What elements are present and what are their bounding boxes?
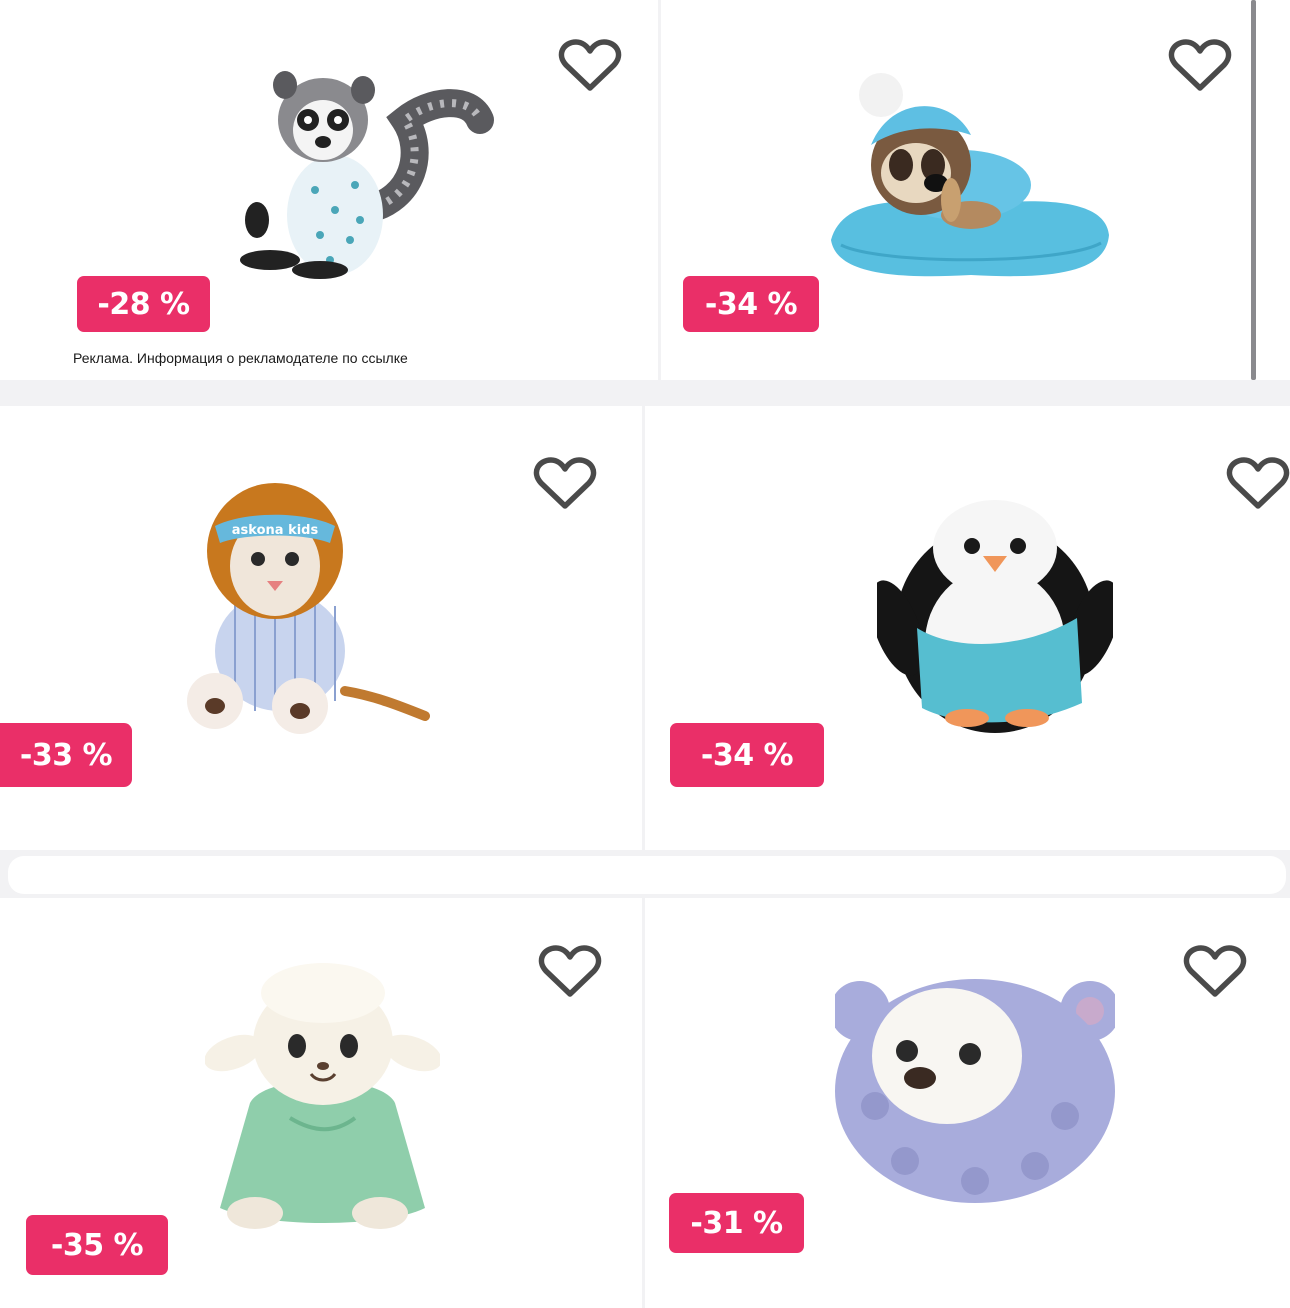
- discount-badge: -34 %: [683, 276, 819, 332]
- mask-brand-text: askona kids: [232, 523, 319, 538]
- product-image-penguin[interactable]: [877, 478, 1113, 736]
- product-image-lion[interactable]: askona kids: [175, 481, 435, 736]
- discount-badge: -28 %: [77, 276, 210, 332]
- favorite-heart-icon[interactable]: [1183, 944, 1247, 1000]
- product-card-lemur[interactable]: -28 % Реклама. Информация о рекламодател…: [0, 0, 658, 380]
- discount-badge: -34 %: [670, 723, 824, 787]
- product-image-raccoon[interactable]: [821, 65, 1121, 290]
- favorite-heart-icon[interactable]: [1168, 38, 1232, 94]
- discount-badge: -33 %: [0, 723, 132, 787]
- favorite-heart-icon[interactable]: [538, 944, 602, 1000]
- product-image-bear[interactable]: [835, 966, 1115, 1206]
- product-card-penguin[interactable]: -34 %: [645, 406, 1290, 850]
- scrollbar[interactable]: [1251, 0, 1256, 380]
- product-card-raccoon[interactable]: -34 %: [661, 0, 1290, 380]
- favorite-heart-icon[interactable]: [1226, 456, 1290, 512]
- section-divider: [8, 856, 1286, 894]
- product-image-lamb[interactable]: [205, 958, 440, 1243]
- discount-badge: -35 %: [26, 1215, 168, 1275]
- favorite-heart-icon[interactable]: [558, 38, 622, 94]
- favorite-heart-icon[interactable]: [533, 456, 597, 512]
- discount-badge: -31 %: [669, 1193, 804, 1253]
- product-card-lion[interactable]: askona kids -33 %: [0, 406, 642, 850]
- ad-disclaimer-link[interactable]: Реклама. Информация о рекламодателе по с…: [73, 350, 408, 366]
- product-image-lemur[interactable]: [215, 60, 495, 280]
- product-card-lamb[interactable]: -35 %: [0, 898, 642, 1308]
- product-card-bear[interactable]: -31 %: [645, 898, 1290, 1308]
